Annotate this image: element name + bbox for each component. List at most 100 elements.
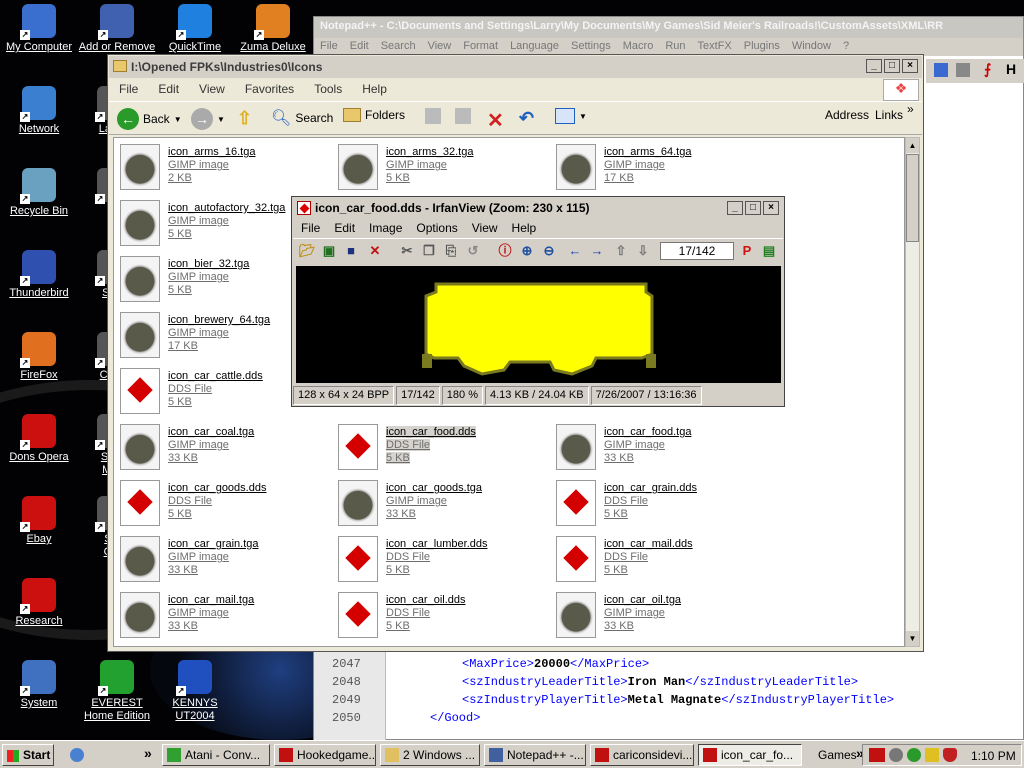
copy-icon[interactable]: ❐ <box>421 243 437 259</box>
slideshow-icon[interactable]: ▣ <box>321 243 337 259</box>
desktop-icon[interactable]: System <box>0 660 78 710</box>
menu-item[interactable]: Language <box>510 40 559 52</box>
paste-icon[interactable]: ⎘ <box>443 243 459 259</box>
tray-icon[interactable] <box>907 748 921 762</box>
taskbar-button[interactable]: Notepad++ -... <box>484 744 586 766</box>
address-bar-label[interactable]: Address <box>825 108 869 122</box>
menu-item[interactable]: Plugins <box>744 40 780 52</box>
shield-icon[interactable] <box>943 748 957 762</box>
file-item[interactable]: icon_arms_32.tga GIMP image 5 KB <box>334 142 544 192</box>
paint-icon[interactable]: ▤ <box>761 243 777 259</box>
code-line[interactable]: </Good> <box>430 711 480 725</box>
file-item[interactable]: icon_car_mail.dds DDS File 5 KB <box>552 534 762 584</box>
menu-item[interactable]: Settings <box>571 40 611 52</box>
move-to-button[interactable] <box>425 108 441 124</box>
back-button[interactable]: ← Back ▼ <box>117 108 182 130</box>
code-line[interactable]: <szIndustryPlayerTitle>Metal Magnate</sz… <box>462 693 894 707</box>
desktop-icon[interactable]: Recycle Bin <box>0 168 78 218</box>
menu-item[interactable]: Format <box>463 40 498 52</box>
file-item[interactable]: icon_car_oil.dds DDS File 5 KB <box>334 590 544 640</box>
acrobat-icon[interactable]: ⨍ <box>984 61 991 78</box>
print-icon[interactable]: P <box>739 243 755 259</box>
save-icon[interactable]: ■ <box>343 243 359 259</box>
menu-item[interactable]: File <box>320 40 338 52</box>
menu-item[interactable]: Image <box>369 221 402 235</box>
menu-item[interactable]: File <box>301 221 320 235</box>
irfanview-window[interactable]: icon_car_food.dds - IrfanView (Zoom: 230… <box>291 196 785 407</box>
file-item[interactable]: icon_car_goods.tga GIMP image 33 KB <box>334 478 544 528</box>
file-item[interactable]: icon_car_grain.tga GIMP image 33 KB <box>116 534 326 584</box>
links-bar[interactable]: Links» <box>875 102 914 122</box>
close-button[interactable]: × <box>763 201 779 215</box>
scroll-up-icon[interactable]: ▲ <box>906 138 919 153</box>
desktop-icon[interactable]: Research <box>0 578 78 628</box>
menu-item[interactable]: Tools <box>314 82 342 96</box>
menu-item[interactable]: ? <box>843 40 849 52</box>
up-folder-button[interactable]: ⇧ <box>237 108 252 129</box>
menu-item[interactable]: Options <box>416 221 457 235</box>
menu-item[interactable]: Edit <box>158 82 179 96</box>
menu-item[interactable]: View <box>199 82 225 96</box>
desktop-icon[interactable]: Ebay <box>0 496 78 546</box>
undo-icon[interactable]: ↺ <box>465 243 481 259</box>
cut-icon[interactable]: ✂ <box>399 243 415 259</box>
desktop-icon[interactable]: Zuma Deluxe <box>234 4 312 54</box>
code-line[interactable]: <szIndustryLeaderTitle>Iron Man</szIndus… <box>462 675 858 689</box>
file-item[interactable]: icon_arms_64.tga GIMP image 17 KB <box>552 142 762 192</box>
maximize-button[interactable]: □ <box>745 201 761 215</box>
menu-item[interactable]: TextFX <box>698 40 732 52</box>
menu-item[interactable]: File <box>119 82 138 96</box>
taskbar-button[interactable]: Hookedgame... <box>274 744 376 766</box>
vertical-scrollbar[interactable]: ▲ ▼ <box>905 137 920 647</box>
desktop-icon[interactable]: FireFox <box>0 332 78 382</box>
taskbar-button[interactable]: cariconsidevi... <box>590 744 694 766</box>
ati-icon[interactable] <box>869 748 885 762</box>
delete-icon[interactable]: ✕ <box>367 243 383 259</box>
desktop-icon[interactable]: EVEREST Home Edition <box>78 660 156 723</box>
tray-icon[interactable] <box>889 748 903 762</box>
last-icon[interactable]: ⇩ <box>635 243 651 259</box>
menu-item[interactable]: Macro <box>623 40 654 52</box>
tray-icon[interactable] <box>925 748 939 762</box>
minimize-button[interactable]: _ <box>866 59 882 73</box>
chevron-right-icon[interactable]: » <box>144 745 152 761</box>
menu-item[interactable]: Search <box>381 40 416 52</box>
forward-button[interactable]: → ▼ <box>191 108 225 130</box>
header-icon[interactable]: H <box>1006 61 1016 77</box>
scroll-thumb[interactable] <box>906 154 919 242</box>
file-item[interactable]: icon_car_grain.dds DDS File 5 KB <box>552 478 762 528</box>
file-item[interactable]: icon_car_mail.tga GIMP image 33 KB <box>116 590 326 640</box>
search-button[interactable]: 🔍︎ Search <box>271 108 333 128</box>
maximize-button[interactable]: □ <box>884 59 900 73</box>
file-item[interactable]: icon_car_coal.tga GIMP image 33 KB <box>116 422 326 472</box>
toolbar-icon[interactable] <box>956 63 970 77</box>
taskbar-button[interactable]: Atani - Conv... <box>162 744 270 766</box>
close-button[interactable]: × <box>902 59 918 73</box>
first-icon[interactable]: ⇧ <box>613 243 629 259</box>
games-label[interactable]: Games <box>818 748 857 762</box>
desktop-icon[interactable]: My Computer <box>0 4 78 54</box>
menu-item[interactable]: Help <box>512 221 537 235</box>
scroll-down-icon[interactable]: ▼ <box>906 631 919 646</box>
image-view[interactable] <box>296 266 781 383</box>
menu-item[interactable]: View <box>472 221 498 235</box>
delete-button[interactable]: ✕ <box>487 108 504 133</box>
file-item[interactable]: icon_car_food.tga GIMP image 33 KB <box>552 422 762 472</box>
file-item[interactable]: icon_car_oil.tga GIMP image 33 KB <box>552 590 762 640</box>
file-item[interactable]: icon_car_goods.dds DDS File 5 KB <box>116 478 326 528</box>
start-button[interactable]: Start <box>2 744 54 766</box>
undo-button[interactable]: ↶ <box>519 108 534 129</box>
file-item[interactable]: icon_car_food.dds DDS File 5 KB <box>334 422 544 472</box>
folders-button[interactable]: Folders <box>343 108 405 122</box>
info-icon[interactable]: ⓘ <box>497 243 513 259</box>
menu-item[interactable]: Favorites <box>245 82 294 96</box>
views-button[interactable]: ▼ <box>555 108 587 124</box>
next-icon[interactable]: → <box>589 243 605 259</box>
menu-item[interactable]: Help <box>362 82 387 96</box>
menu-item[interactable]: Run <box>665 40 685 52</box>
desktop-icon[interactable]: QuickTime <box>156 4 234 54</box>
previous-icon[interactable]: ← <box>567 243 583 259</box>
desktop-icon[interactable]: Network <box>0 86 78 136</box>
menu-item[interactable]: Edit <box>334 221 355 235</box>
open-icon[interactable]: 📂︎ <box>299 243 316 259</box>
